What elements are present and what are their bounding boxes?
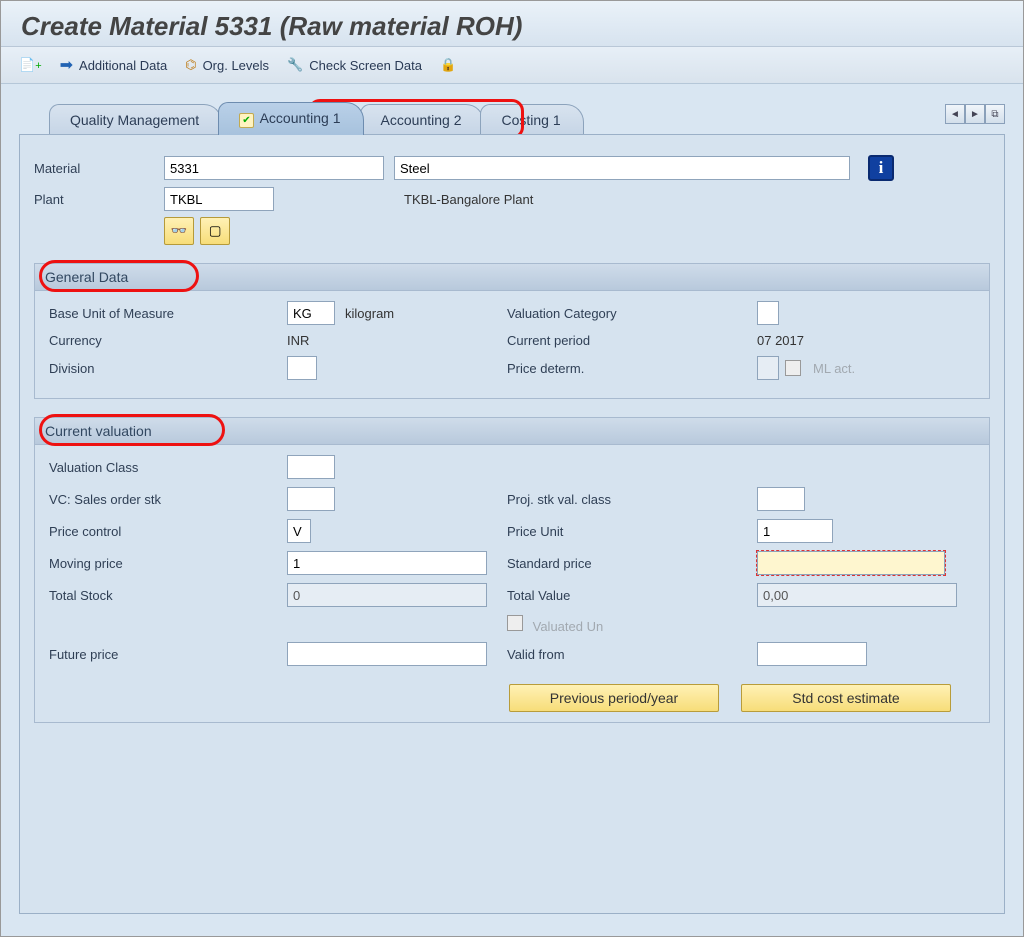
lock-button[interactable]: 🔒: [440, 57, 456, 73]
header-page-button[interactable]: ▢: [200, 217, 230, 245]
valuation-actions: Previous period/year Std cost estimate: [509, 684, 975, 712]
valuation-class-label: Valuation Class: [49, 460, 287, 475]
tab-label: Accounting 1: [239, 110, 340, 126]
tab-row: Quality Management Accounting 1 Accounti…: [49, 102, 1005, 135]
check-screen-button[interactable]: 🔧 Check Screen Data: [287, 57, 422, 73]
base-uom-input[interactable]: [287, 301, 335, 325]
valuation-class-input[interactable]: [287, 455, 335, 479]
tab-accounting-1[interactable]: Accounting 1: [218, 102, 363, 135]
general-data-group: General Data Base Unit of Measure kilogr…: [34, 263, 990, 399]
plant-input[interactable]: [164, 187, 274, 211]
valuation-category-label: Valuation Category: [507, 306, 757, 321]
valid-from-input[interactable]: [757, 642, 867, 666]
valuated-un-checkbox: [507, 615, 523, 631]
content-area: ◄ ► ⧉ Quality Management Accounting 1 Ac…: [1, 84, 1023, 936]
currency-label: Currency: [49, 333, 287, 348]
std-cost-estimate-button[interactable]: Std cost estimate: [741, 684, 951, 712]
plant-label: Plant: [34, 192, 164, 207]
material-row: Material i: [34, 155, 990, 181]
future-price-label: Future price: [49, 647, 287, 662]
additional-data-label: Additional Data: [79, 58, 167, 73]
plant-desc-text: TKBL-Bangalore Plant: [404, 192, 533, 207]
price-determ-label: Price determ.: [507, 361, 757, 376]
current-period-value: 07 2017: [757, 333, 804, 348]
new-entry-button[interactable]: 📄+: [19, 57, 42, 73]
vc-sales-label: VC: Sales order stk: [49, 492, 287, 507]
price-control-input[interactable]: [287, 519, 311, 543]
total-stock-input: [287, 583, 487, 607]
page-title: Create Material 5331 (Raw material ROH): [1, 1, 1023, 47]
page-icon: ▢: [209, 223, 222, 239]
ml-act-checkbox: [785, 360, 801, 376]
org-levels-label: Org. Levels: [203, 58, 269, 73]
standard-price-label: Standard price: [507, 556, 757, 571]
org-levels-button[interactable]: ⌬ Org. Levels: [185, 57, 269, 73]
current-valuation-header: Current valuation: [35, 418, 989, 445]
arrow-right-icon: ➡: [60, 55, 73, 75]
general-data-header: General Data: [35, 264, 989, 291]
moving-price-label: Moving price: [49, 556, 287, 571]
tab-quality-management[interactable]: Quality Management: [49, 104, 222, 135]
price-unit-label: Price Unit: [507, 524, 757, 539]
current-period-label: Current period: [507, 333, 757, 348]
additional-data-button[interactable]: ➡ Additional Data: [60, 55, 168, 75]
sap-window: Create Material 5331 (Raw material ROH) …: [0, 0, 1024, 937]
currency-value: INR: [287, 333, 309, 348]
valuation-category-input[interactable]: [757, 301, 779, 325]
tab-label: Accounting 2: [381, 112, 462, 128]
material-info-button[interactable]: i: [868, 155, 894, 181]
tab-label: Quality Management: [70, 112, 199, 128]
tab-costing-1[interactable]: Costing 1: [480, 104, 583, 135]
lock-icon: 🔒: [440, 57, 456, 73]
new-entry-icon: 📄+: [19, 57, 42, 73]
moving-price-input[interactable]: [287, 551, 487, 575]
vc-sales-input[interactable]: [287, 487, 335, 511]
material-label: Material: [34, 161, 164, 176]
current-valuation-group: Current valuation Valuation Class VC: Sa…: [34, 417, 990, 723]
proj-stk-input[interactable]: [757, 487, 805, 511]
previous-period-button[interactable]: Previous period/year: [509, 684, 719, 712]
base-uom-text: kilogram: [345, 306, 394, 321]
ml-act-label: ML act.: [813, 361, 855, 376]
total-stock-label: Total Stock: [49, 588, 287, 603]
price-determ-input: [757, 356, 779, 380]
hierarchy-icon: ⌬: [185, 57, 196, 73]
base-uom-label: Base Unit of Measure: [49, 306, 287, 321]
tab-label: Costing 1: [501, 112, 560, 128]
future-price-input[interactable]: [287, 642, 487, 666]
info-icon: i: [879, 158, 884, 178]
total-value-label: Total Value: [507, 588, 757, 603]
total-value-input: [757, 583, 957, 607]
material-desc-input[interactable]: [394, 156, 850, 180]
tab-accounting-2[interactable]: Accounting 2: [360, 104, 485, 135]
price-unit-input[interactable]: [757, 519, 833, 543]
plant-row: Plant TKBL-Bangalore Plant: [34, 187, 990, 211]
price-control-label: Price control: [49, 524, 287, 539]
tab-body: Material i Plant TKBL-Bangalore Plant 👓 …: [19, 134, 1005, 914]
check-icon: 🔧: [287, 57, 303, 73]
proj-stk-label: Proj. stk val. class: [507, 492, 757, 507]
valuated-un-label: Valuated Un: [533, 619, 604, 634]
check-screen-label: Check Screen Data: [309, 58, 422, 73]
header-glasses-button[interactable]: 👓: [164, 217, 194, 245]
valid-from-label: Valid from: [507, 647, 757, 662]
glasses-icon: 👓: [171, 223, 188, 239]
division-input[interactable]: [287, 356, 317, 380]
division-label: Division: [49, 361, 287, 376]
header-icon-row: 👓 ▢: [164, 217, 990, 245]
material-input[interactable]: [164, 156, 384, 180]
toolbar: 📄+ ➡ Additional Data ⌬ Org. Levels 🔧 Che…: [1, 47, 1023, 84]
standard-price-input[interactable]: [757, 551, 945, 575]
